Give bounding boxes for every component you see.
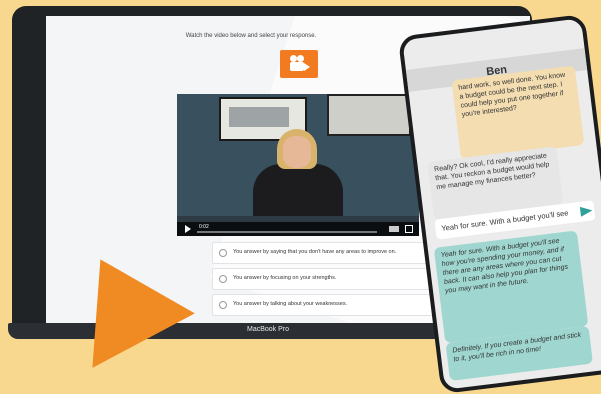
volume-icon[interactable] <box>389 226 399 232</box>
fullscreen-icon[interactable] <box>405 225 413 233</box>
response-option-label: You answer by talking about your weaknes… <box>233 301 348 307</box>
play-icon[interactable] <box>185 225 191 233</box>
radio-icon[interactable] <box>219 249 227 257</box>
video-player[interactable]: 0:02 <box>177 94 419 236</box>
send-icon[interactable] <box>579 205 593 217</box>
response-option[interactable]: You answer by focusing on your strengths… <box>212 268 452 290</box>
response-option[interactable]: You answer by talking about your weaknes… <box>212 294 452 316</box>
radio-icon[interactable] <box>219 301 227 309</box>
video-camera-icon <box>280 50 318 78</box>
video-controls: 0:02 <box>177 222 419 236</box>
instruction-text: Watch the video below and select your re… <box>185 33 317 39</box>
response-option-label: You answer by saying that you don't have… <box>233 249 397 255</box>
radio-icon[interactable] <box>219 275 227 283</box>
chat-message: Yeah for sure. With a budget you'll see … <box>433 230 589 344</box>
video-time: 0:02 <box>199 224 209 230</box>
wall-picture <box>327 94 411 136</box>
response-option[interactable]: You answer by saying that you don't have… <box>212 242 452 264</box>
chat-message: hard work, so well done. You know a budg… <box>451 65 585 160</box>
seek-bar[interactable] <box>197 231 377 233</box>
response-option-label: You answer by focusing on your strengths… <box>233 275 337 281</box>
presenter <box>253 164 343 224</box>
